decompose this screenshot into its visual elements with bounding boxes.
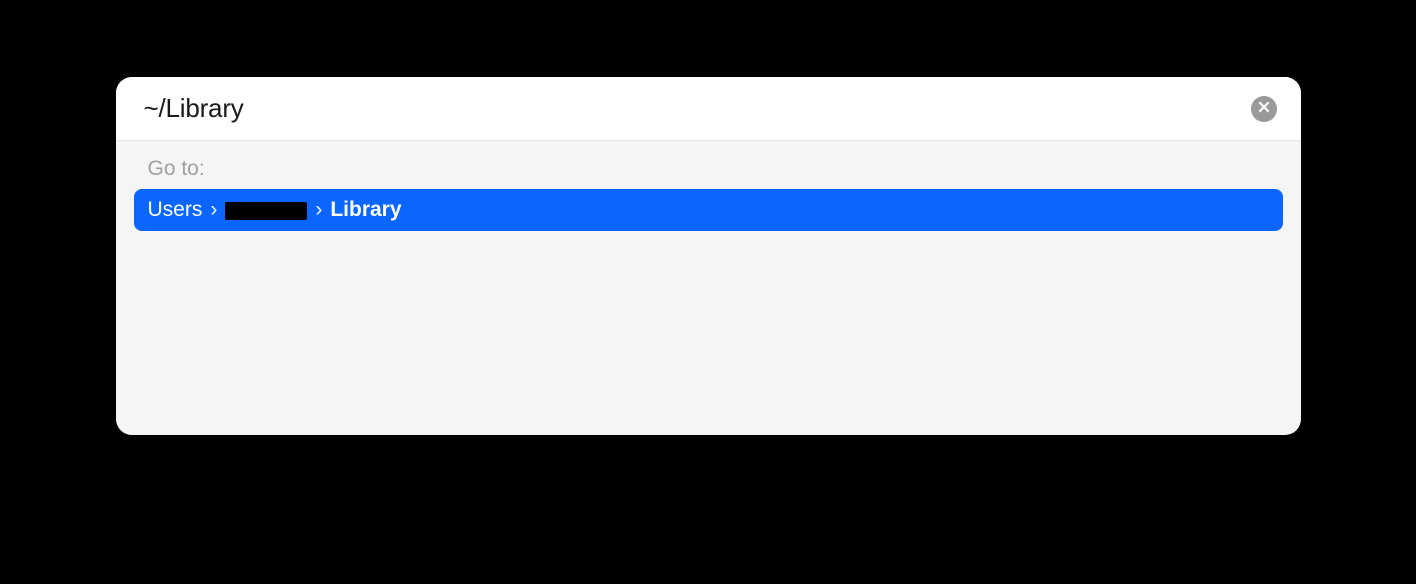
chevron-right-icon: › — [210, 198, 217, 222]
breadcrumb-segment-redacted — [225, 202, 307, 220]
chevron-right-icon: › — [315, 198, 322, 222]
breadcrumb-segment: Library — [330, 198, 401, 222]
close-icon — [1258, 100, 1270, 118]
clear-button[interactable] — [1251, 96, 1277, 122]
go-to-folder-dialog: Go to: Users › › Library — [116, 77, 1301, 435]
results-area: Go to: Users › › Library — [116, 141, 1301, 435]
search-row — [116, 77, 1301, 141]
section-label: Go to: — [134, 157, 1283, 189]
path-input[interactable] — [144, 93, 1251, 124]
path-result-row[interactable]: Users › › Library — [134, 189, 1283, 231]
breadcrumb-segment: Users — [148, 198, 203, 222]
